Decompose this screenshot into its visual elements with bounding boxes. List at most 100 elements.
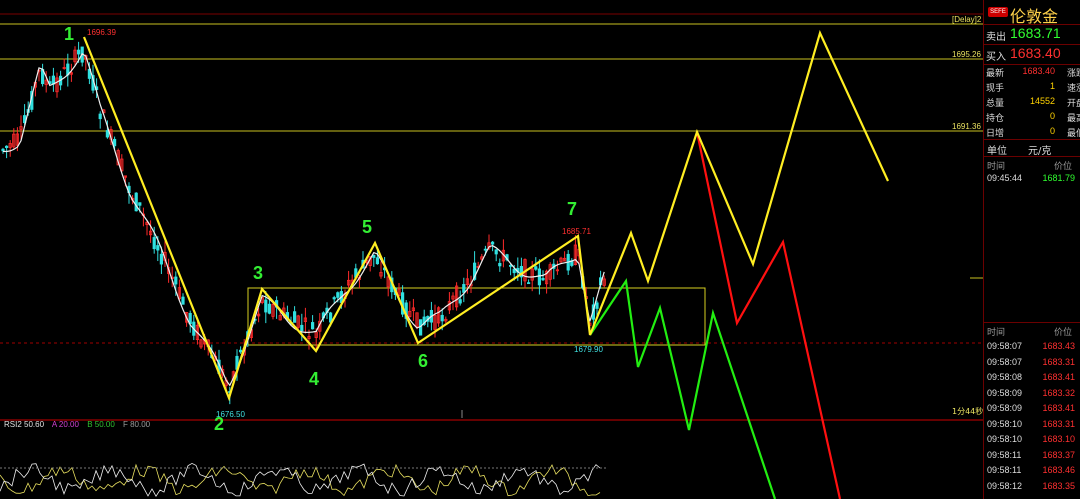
col-price: 价位 xyxy=(1054,328,1073,338)
candle-body xyxy=(77,49,81,55)
tick-time: 09:58:11 xyxy=(987,449,1022,460)
sell-price: 1683.71 xyxy=(1010,25,1061,41)
tick-time: 09:58:09 xyxy=(987,403,1023,413)
unit-value: 元/克 xyxy=(1028,146,1052,157)
stat-value: 0 xyxy=(1049,126,1055,136)
candle-body xyxy=(508,264,513,267)
instrument-header: SEFE 伦敦金 xyxy=(984,0,1080,26)
rsi-legend: RSI2 50.60 A 20.00 B 50.00 F 80.00 xyxy=(4,420,151,429)
tick-row: 09:58:11 1683.46 xyxy=(984,463,1080,478)
rsi-legend-f: F 80.00 xyxy=(123,420,151,429)
candle-body xyxy=(458,299,462,304)
candle-body xyxy=(310,322,315,330)
tick-price: 1683.35 xyxy=(1042,480,1075,491)
stat-label: 现手 xyxy=(986,84,1005,94)
buy-price: 1683.40 xyxy=(1010,45,1061,61)
candle-body xyxy=(300,324,304,331)
tick-price: 1683.31 xyxy=(1042,418,1075,429)
stat-label: 持仓 xyxy=(986,114,1005,124)
tick-price: 1683.43 xyxy=(1042,341,1075,351)
exchange-badge: SEFE xyxy=(988,7,1008,17)
stat-row-volume-hand: 现手 1 速涨 xyxy=(984,79,1080,94)
stat-row-daily: 日增 0 最低 xyxy=(984,124,1080,139)
candle-body xyxy=(267,303,272,314)
candle-body xyxy=(1,148,5,152)
candle-body xyxy=(156,245,160,251)
buy-row: 买入 1683.40 xyxy=(984,44,1080,65)
candle-body xyxy=(541,278,545,281)
tick-price: 1683.46 xyxy=(1042,465,1075,475)
tick-time: 09:58:07 xyxy=(987,356,1023,367)
sell-row: 卖出 1683.71 xyxy=(984,24,1080,45)
tick-time: 09:45:44 xyxy=(987,173,1023,183)
tick-time: 09:58:11 xyxy=(987,465,1022,475)
quote-panel: SEFE 伦敦金 卖出 1683.71 买入 1683.40 最新 1683.4… xyxy=(983,0,1080,499)
wave-label-4: 4 xyxy=(309,369,319,389)
wave-label-5: 5 xyxy=(362,217,372,237)
tick-time: 09:58:12 xyxy=(987,480,1023,491)
stat-right-label: 最高 xyxy=(1067,114,1080,124)
stat-value: 1683.40 xyxy=(1022,66,1055,76)
tick-time: 09:58:08 xyxy=(987,372,1023,382)
candle-body xyxy=(498,262,502,267)
col-time: 时间 xyxy=(987,328,1006,338)
stat-right-label: 开盘 xyxy=(1067,99,1080,109)
tick-row: 09:58:11 1683.37 xyxy=(984,448,1080,463)
candle-body xyxy=(462,284,466,293)
sell-label: 卖出 xyxy=(986,32,1006,43)
recent-low-price-label: 1679.90 xyxy=(574,345,603,354)
level-1695-label: 1695.26 xyxy=(952,50,981,59)
candle-body xyxy=(5,145,9,148)
tick-price: 1681.79 xyxy=(1042,173,1075,183)
candle-body xyxy=(332,297,336,300)
tick-row: 09:58:12 1683.35 xyxy=(984,479,1080,494)
rsi-legend-b: B 50.00 xyxy=(87,420,115,429)
tick-time: 09:58:10 xyxy=(987,434,1023,444)
tick-price: 1683.10 xyxy=(1042,434,1075,444)
delay-label: [Delay]2 xyxy=(952,15,982,24)
candle-body xyxy=(152,237,156,250)
candle-body xyxy=(264,299,268,313)
tick-row: 09:58:09 1683.41 xyxy=(984,401,1080,416)
low-price-label: 1676.50 xyxy=(216,410,245,419)
stat-label: 总量 xyxy=(986,99,1005,109)
tick-time: 09:58:10 xyxy=(987,418,1023,429)
tick-price: 1683.41 xyxy=(1042,403,1075,413)
stat-right-label: 最低 xyxy=(1067,129,1080,139)
wave-label-3: 3 xyxy=(253,263,263,283)
tick-header-top: 时间 价位 xyxy=(984,158,1080,172)
candlesticks xyxy=(1,41,606,405)
candle-body xyxy=(159,253,163,265)
unit-row: 单位 元/克 xyxy=(984,139,1080,157)
candle-body xyxy=(336,292,340,298)
red-projection-line xyxy=(695,131,842,499)
stat-label: 最新 xyxy=(986,69,1005,79)
stat-value: 14552 xyxy=(1029,96,1055,106)
panel-separator xyxy=(984,322,1080,323)
tick-row: 09:58:10 1683.31 xyxy=(984,417,1080,432)
wave-label-7: 7 xyxy=(567,199,577,219)
timer-label: 1分44秒 xyxy=(952,406,983,416)
stat-label: 日增 xyxy=(986,129,1005,139)
tick-price: 1683.31 xyxy=(1042,356,1075,367)
candle-body xyxy=(494,249,498,255)
candle-body xyxy=(238,349,243,353)
stat-right-label: 涨跌 xyxy=(1067,69,1080,79)
stat-row-total: 总量 14552 开盘 xyxy=(984,94,1080,109)
rsi-legend-rsi: RSI2 50.60 xyxy=(4,420,45,429)
wave-label-1: 1 xyxy=(64,24,74,44)
price-chart[interactable]: 1 2 3 4 5 6 7 1696.39 1676.50 1685.71 16… xyxy=(0,0,983,499)
peak7-price-label: 1685.71 xyxy=(562,227,591,236)
tick-row: 09:58:07 1683.43 xyxy=(984,339,1080,354)
candle-body xyxy=(138,202,142,206)
tick-row: 09:58:07 1683.31 xyxy=(984,355,1080,370)
candle-body xyxy=(372,254,376,258)
candle-body xyxy=(105,130,109,138)
wave-label-6: 6 xyxy=(418,351,428,371)
tick-row: 09:58:08 1683.41 xyxy=(984,370,1080,385)
tick-time: 09:58:07 xyxy=(987,341,1023,351)
candle-body xyxy=(534,266,538,270)
candle-body xyxy=(375,257,380,265)
tick-price: 1683.37 xyxy=(1042,449,1075,460)
high-price-label: 1696.39 xyxy=(87,28,116,37)
